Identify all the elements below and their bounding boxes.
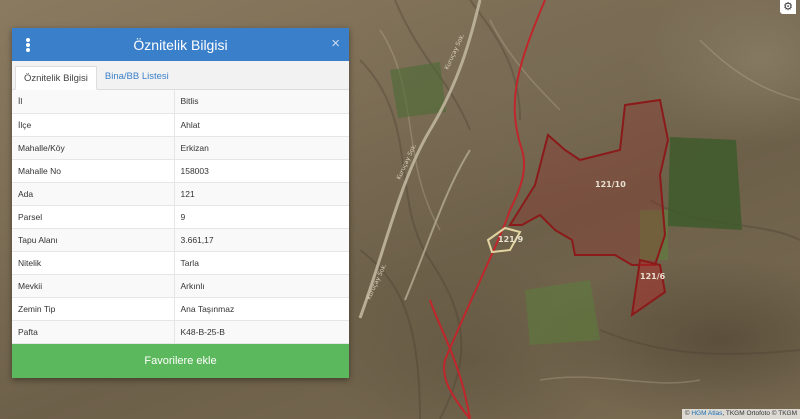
table-row: Tapu Alanı 3.661,17 xyxy=(12,228,349,252)
attribute-key: Zemin Tip xyxy=(12,297,175,321)
attribute-key: Pafta xyxy=(12,320,175,344)
kebab-menu-icon[interactable] xyxy=(21,37,35,53)
close-icon[interactable]: × xyxy=(331,36,340,52)
attribute-info-panel: Öznitelik Bilgisi × Öznitelik Bilgisi Bi… xyxy=(12,28,349,378)
table-row: Mahalle No 158003 xyxy=(12,159,349,183)
attribute-value: Ana Taşınmaz xyxy=(174,297,349,321)
attribute-value: Erkizan xyxy=(174,136,349,160)
road-label: Kuruçay Sok. xyxy=(443,32,466,70)
attribute-value: 121 xyxy=(174,182,349,206)
attribute-value: Bitlis xyxy=(174,90,349,114)
panel-header: Öznitelik Bilgisi × xyxy=(12,28,349,61)
parcel-label-121-9: 121/9 xyxy=(498,235,524,244)
tab-attribute-info[interactable]: Öznitelik Bilgisi xyxy=(15,66,97,90)
gear-icon[interactable]: ⚙ xyxy=(780,0,796,14)
parcel-label-121-10: 121/10 xyxy=(595,180,626,189)
attribute-key: Mahalle/Köy xyxy=(12,136,175,160)
attribute-key: İl xyxy=(12,90,175,114)
attribute-key: Ada xyxy=(12,182,175,206)
table-row: Ada 121 xyxy=(12,182,349,206)
attribution-rest: , TKGM Ortofoto © TKGM xyxy=(722,410,797,417)
table-row: İl Bitlis xyxy=(12,90,349,114)
attribute-value: Tarla xyxy=(174,251,349,275)
table-row: Mahalle/Köy Erkizan xyxy=(12,136,349,160)
attribute-value: 3.661,17 xyxy=(174,228,349,252)
attribute-key: Mahalle No xyxy=(12,159,175,183)
attribute-value: Ahlat xyxy=(174,113,349,137)
table-row: Parsel 9 xyxy=(12,205,349,229)
attribute-key: Nitelik xyxy=(12,251,175,275)
table-row: Nitelik Tarla xyxy=(12,251,349,275)
attribute-key: Mevkii xyxy=(12,274,175,298)
attribute-key: Tapu Alanı xyxy=(12,228,175,252)
tab-building-list[interactable]: Bina/BB Listesi xyxy=(97,65,177,89)
parcel-label-121-6: 121/6 xyxy=(640,272,666,281)
add-to-favorites-button[interactable]: Favorilere ekle xyxy=(12,344,349,378)
panel-tabs: Öznitelik Bilgisi Bina/BB Listesi xyxy=(12,61,349,90)
table-row: Zemin Tip Ana Taşınmaz xyxy=(12,297,349,321)
table-row: Pafta K48-B-25-B xyxy=(12,320,349,344)
attribute-value: 9 xyxy=(174,205,349,229)
attribute-value: 158003 xyxy=(174,159,349,183)
panel-title: Öznitelik Bilgisi xyxy=(133,36,228,53)
attribute-value: Arkınlı xyxy=(174,274,349,298)
map-attribution: © HGM Atlas, TKGM Ortofoto © TKGM xyxy=(681,409,800,419)
table-row: Mevkii Arkınlı xyxy=(12,274,349,298)
attribute-value: K48-B-25-B xyxy=(174,320,349,344)
attribute-key: İlçe xyxy=(12,113,175,137)
attribute-key: Parsel xyxy=(12,205,175,229)
attribution-hgm-link[interactable]: HGM Atlas xyxy=(691,410,722,417)
attribute-table: İl Bitlis İlçe Ahlat Mahalle/Köy Erkizan Ma… xyxy=(12,90,349,344)
table-row: İlçe Ahlat xyxy=(12,113,349,137)
